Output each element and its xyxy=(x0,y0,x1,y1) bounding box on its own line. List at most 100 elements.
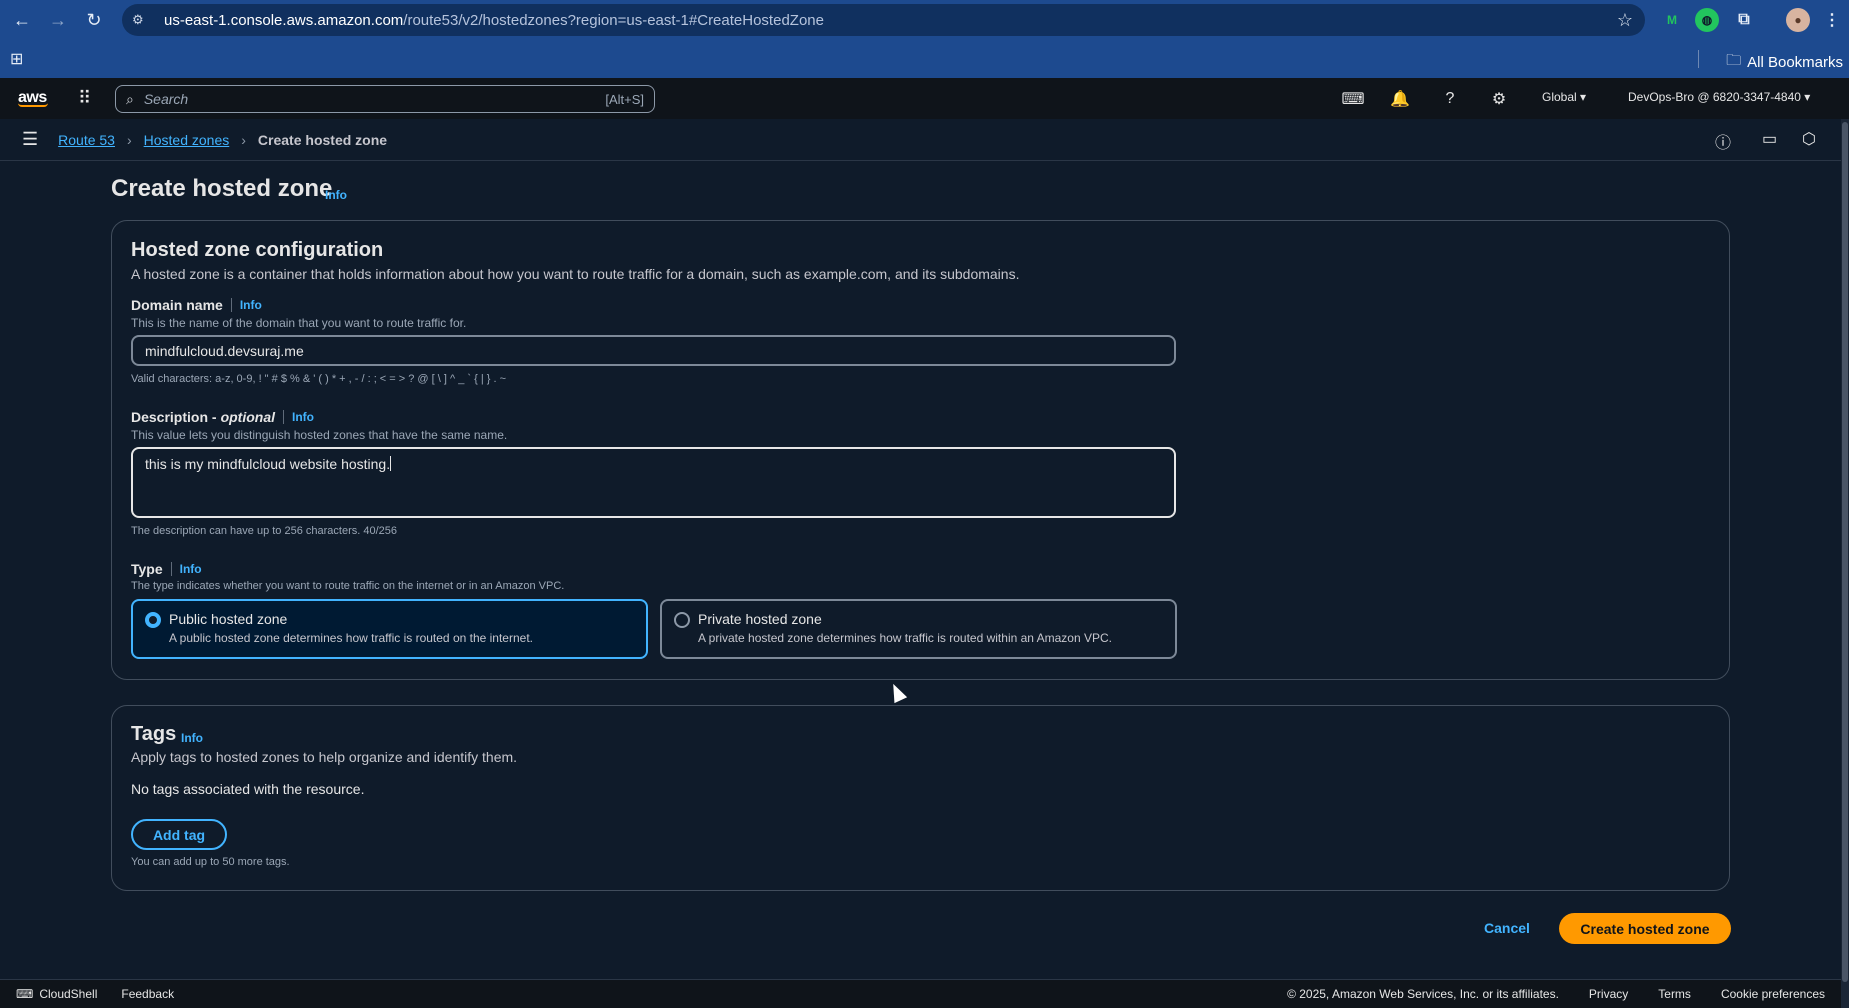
search-input[interactable]: ⌕ Search [Alt+S] xyxy=(115,85,655,113)
description-label-text: Description - xyxy=(131,409,217,425)
tags-empty-state: No tags associated with the resource. xyxy=(131,781,365,797)
footer-links: © 2025, Amazon Web Services, Inc. or its… xyxy=(1287,987,1841,1001)
back-icon[interactable]: ← xyxy=(8,6,36,34)
browser-toolbar: ← → ↻ ⚙ us-east-1.console.aws.amazon.com… xyxy=(0,0,1849,78)
account-menu[interactable]: DevOps-Bro @ 6820-3347-4840 ▾ xyxy=(1628,90,1810,104)
help-icon[interactable]: ? xyxy=(1437,86,1463,112)
privacy-link[interactable]: Privacy xyxy=(1589,987,1628,1001)
breadcrumb-current: Create hosted zone xyxy=(257,131,388,148)
create-hosted-zone-button[interactable]: Create hosted zone xyxy=(1559,913,1731,944)
chevron-right-icon: › xyxy=(126,131,132,148)
url-path: /route53/v2/hostedzones?region=us-east-1… xyxy=(403,11,824,29)
tags-panel: Tags Info Apply tags to hosted zones to … xyxy=(111,705,1730,891)
extension-globe-icon[interactable]: ◍ xyxy=(1695,8,1719,32)
description-textarea[interactable]: this is my mindfulcloud website hosting. xyxy=(131,447,1176,518)
cloudshell-footer-button[interactable]: ⌨ CloudShell xyxy=(16,987,97,1001)
cloudshell-icon[interactable]: ⌨ xyxy=(1340,86,1366,112)
private-radio-icon[interactable] xyxy=(674,612,690,628)
mouse-cursor-icon xyxy=(886,680,908,704)
valid-characters-hint: Valid characters: a-z, 0-9, ! " # $ % & … xyxy=(131,373,506,385)
configuration-description: A hosted zone is a container that holds … xyxy=(131,266,1020,282)
browser-menu-icon[interactable]: ⋮ xyxy=(1820,8,1844,32)
gear-badge-icon[interactable]: ⬡ xyxy=(1802,129,1816,149)
search-shortcut: [Alt+S] xyxy=(605,91,644,107)
scrollbar-thumb[interactable] xyxy=(1842,122,1848,982)
search-icon: ⌕ xyxy=(126,90,134,107)
private-hosted-zone-option[interactable]: Private hosted zone A private hosted zon… xyxy=(660,599,1177,659)
profile-avatar[interactable]: ● xyxy=(1786,8,1810,32)
domain-name-label-text: Domain name xyxy=(131,297,223,313)
apps-icon[interactable]: ⊞ xyxy=(10,49,23,69)
aws-logo[interactable]: aws xyxy=(18,88,48,107)
region-selector[interactable]: Global ▾ xyxy=(1542,90,1586,104)
type-label: Type Info xyxy=(131,561,202,577)
address-bar[interactable]: ⚙ us-east-1.console.aws.amazon.com/route… xyxy=(122,4,1645,36)
screen-icon[interactable]: ▭ xyxy=(1762,129,1777,149)
domain-name-hint: This is the name of the domain that you … xyxy=(131,316,467,330)
chevron-right-icon: › xyxy=(241,131,246,148)
hosted-zone-configuration-panel: Hosted zone configuration A hosted zone … xyxy=(111,220,1730,680)
site-info-icon[interactable]: ⚙ xyxy=(132,12,152,28)
bookmark-star-icon[interactable]: ☆ xyxy=(1617,10,1633,31)
description-hint: This value lets you distinguish hosted z… xyxy=(131,428,508,442)
all-bookmarks-label: All Bookmarks xyxy=(1747,54,1843,71)
description-label: Description - optional Info xyxy=(131,409,314,425)
forward-icon[interactable]: → xyxy=(44,6,72,34)
tags-description: Apply tags to hosted zones to help organ… xyxy=(131,749,518,765)
cloudshell-footer-icon: ⌨ xyxy=(16,987,34,1001)
all-bookmarks-link[interactable]: 🗀 All Bookmarks xyxy=(1726,50,1843,75)
extension-m-icon[interactable]: M xyxy=(1660,8,1684,32)
settings-gear-icon[interactable]: ⚙ xyxy=(1486,86,1512,112)
aws-logo-text: aws xyxy=(18,88,47,106)
reload-icon[interactable]: ↻ xyxy=(80,6,108,34)
extensions-puzzle-icon[interactable]: ⧉ xyxy=(1732,8,1756,32)
public-hosted-zone-desc: A public hosted zone determines how traf… xyxy=(169,631,533,645)
domain-name-label: Domain name Info xyxy=(131,297,262,313)
url-row: ← → ↻ ⚙ us-east-1.console.aws.amazon.com… xyxy=(0,0,1849,40)
cookie-preferences-link[interactable]: Cookie preferences xyxy=(1721,987,1825,1001)
breadcrumb-hosted-zones[interactable]: Hosted zones xyxy=(144,132,230,148)
domain-name-info-link[interactable]: Info xyxy=(240,298,262,312)
public-radio-selected-icon[interactable] xyxy=(145,612,161,628)
aws-top-nav: aws ⠿ ⌕ Search [Alt+S] ⌨ 🔔 ? ⚙ Global ▾ … xyxy=(0,78,1849,119)
bookmarks-bar: ⊞ 🗀 All Bookmarks xyxy=(0,40,1849,78)
label-divider xyxy=(283,410,285,424)
domain-name-input[interactable]: mindfulcloud.devsuraj.me xyxy=(131,335,1176,366)
tags-info-link[interactable]: Info xyxy=(181,731,203,745)
private-hosted-zone-title: Private hosted zone xyxy=(698,611,822,627)
optional-label: optional xyxy=(220,409,276,425)
text-caret xyxy=(390,456,392,471)
cancel-button[interactable]: Cancel xyxy=(1468,913,1546,943)
info-panel-icon[interactable]: ⓘ xyxy=(1715,129,1731,153)
breadcrumb-bar: ☰ Route 53 › Hosted zones › Create hoste… xyxy=(0,119,1841,161)
add-tag-button[interactable]: Add tag xyxy=(131,819,227,850)
description-value: this is my mindfulcloud website hosting. xyxy=(145,456,391,472)
tags-heading: Tags xyxy=(131,723,177,745)
public-hosted-zone-option[interactable]: Public hosted zone A public hosted zone … xyxy=(131,599,648,659)
public-hosted-zone-title: Public hosted zone xyxy=(169,611,288,627)
terms-link[interactable]: Terms xyxy=(1658,987,1691,1001)
notifications-bell-icon[interactable]: 🔔 xyxy=(1387,86,1413,112)
breadcrumb-route53[interactable]: Route 53 xyxy=(58,132,115,148)
cloudshell-label: CloudShell xyxy=(39,987,98,1001)
side-nav-menu-icon[interactable]: ☰ xyxy=(22,129,38,150)
page-title: Create hosted zone xyxy=(111,175,333,202)
page-title-info-link[interactable]: Info xyxy=(325,188,347,202)
feedback-link[interactable]: Feedback xyxy=(121,987,174,1001)
bookmarks-divider xyxy=(1698,50,1699,68)
type-hint: The type indicates whether you want to r… xyxy=(131,580,565,592)
type-info-link[interactable]: Info xyxy=(180,562,202,576)
url-host: us-east-1.console.aws.amazon.com xyxy=(164,11,404,29)
copyright-text: © 2025, Amazon Web Services, Inc. or its… xyxy=(1287,987,1559,1001)
tags-limit-hint: You can add up to 50 more tags. xyxy=(131,856,290,868)
description-character-counter: The description can have up to 256 chara… xyxy=(131,525,398,537)
services-menu-icon[interactable]: ⠿ xyxy=(78,88,91,109)
private-hosted-zone-desc: A private hosted zone determines how tra… xyxy=(698,631,1112,645)
folder-icon: 🗀 xyxy=(1726,52,1742,69)
description-info-link[interactable]: Info xyxy=(292,410,314,424)
label-divider xyxy=(230,298,232,312)
search-placeholder: Search xyxy=(143,91,189,107)
console-footer: ⌨ CloudShell Feedback © 2025, Amazon Web… xyxy=(0,979,1841,1008)
configuration-heading: Hosted zone configuration xyxy=(131,239,384,261)
label-divider xyxy=(170,562,172,576)
